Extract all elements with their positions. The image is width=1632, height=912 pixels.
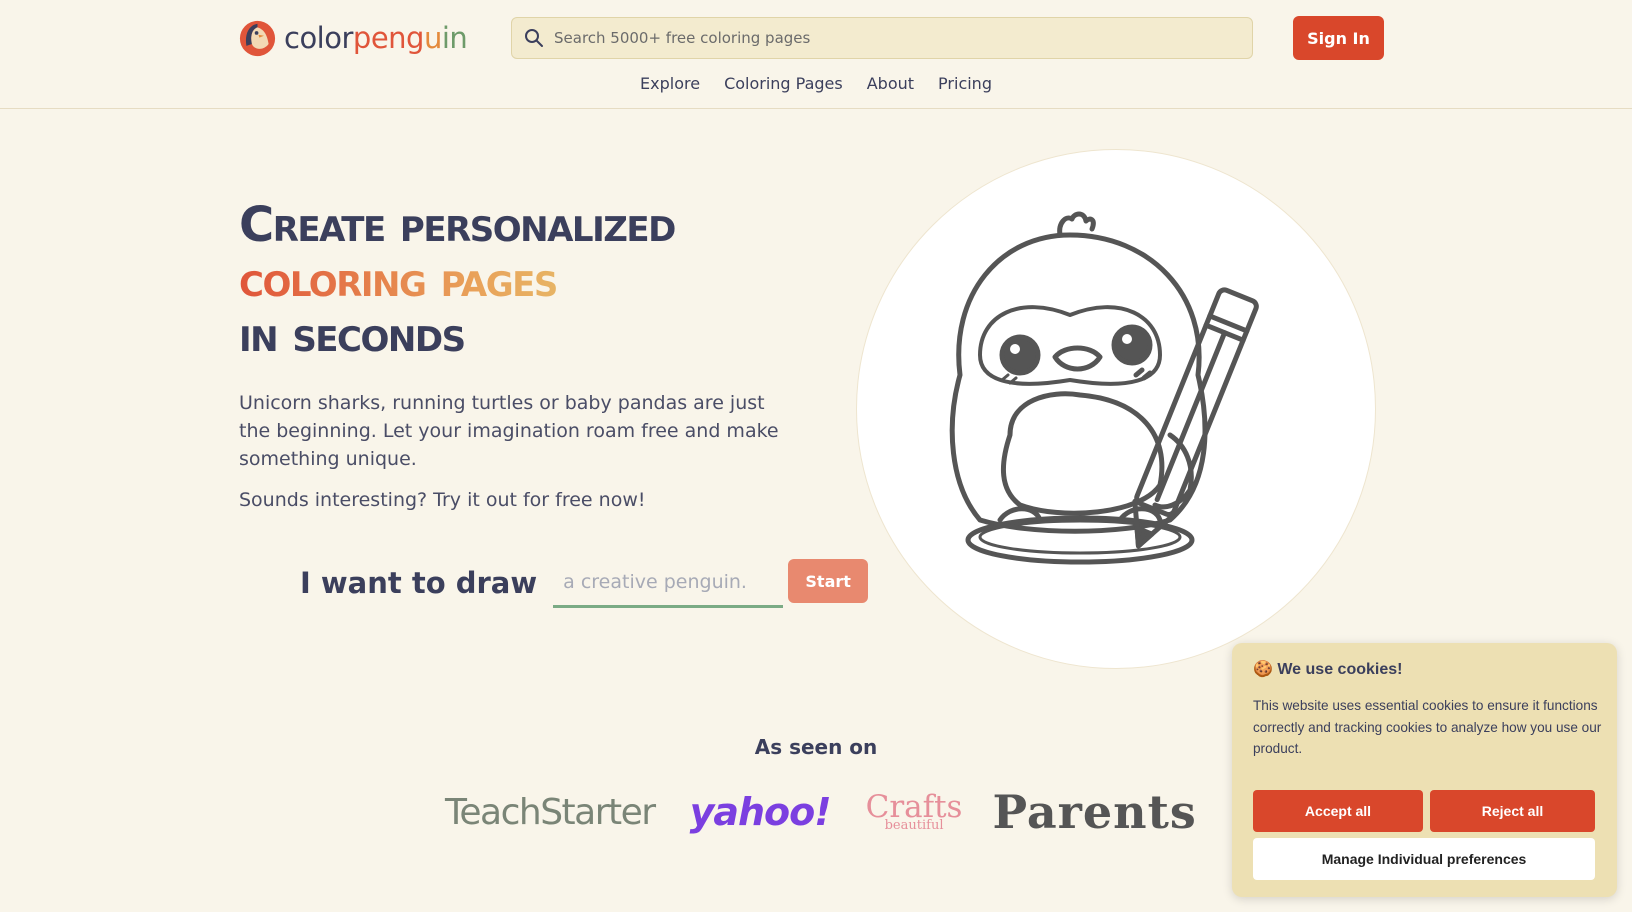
- penguin-logo-icon: [239, 20, 276, 56]
- headline-line-1: Create personalized: [239, 197, 676, 253]
- nav-coloring-pages[interactable]: Coloring Pages: [724, 74, 843, 93]
- teachstarter-logo: TeachStarter: [445, 791, 656, 833]
- cookie-banner: 🍪 We use cookies! This website uses esse…: [1232, 643, 1617, 897]
- press-logos: TeachStarter yahoo! Crafts beautiful Par…: [445, 785, 1197, 839]
- reject-all-button[interactable]: Reject all: [1430, 790, 1595, 832]
- main-nav: Explore Coloring Pages About Pricing: [0, 74, 1632, 93]
- logo-text-peng: peng: [352, 21, 425, 55]
- logo-text-in: in: [441, 21, 468, 55]
- nav-explore[interactable]: Explore: [640, 74, 700, 93]
- headline-line-2: coloring pages: [239, 253, 839, 308]
- draw-input[interactable]: [553, 558, 784, 608]
- draw-label: I want to draw: [300, 566, 538, 600]
- site-header: colorpenguin Sign In Explore Coloring Pa…: [0, 0, 1632, 109]
- search-input[interactable]: [554, 29, 1204, 47]
- crafts-beautiful-logo: Crafts beautiful: [866, 792, 963, 833]
- sign-in-button[interactable]: Sign In: [1293, 16, 1384, 60]
- logo-text-u: u: [423, 21, 442, 55]
- accept-all-button[interactable]: Accept all: [1253, 790, 1423, 832]
- manage-preferences-button[interactable]: Manage Individual preferences: [1253, 838, 1595, 880]
- nav-pricing[interactable]: Pricing: [938, 74, 992, 93]
- parents-logo: Parents: [992, 785, 1197, 839]
- draw-prompt-form: I want to draw Start: [300, 558, 869, 608]
- cookie-text: This website uses essential cookies to e…: [1253, 698, 1602, 756]
- nav-about[interactable]: About: [867, 74, 914, 93]
- hero-cta-text: Sounds interesting? Try it out for free …: [239, 489, 646, 511]
- headline-line-3: in seconds: [239, 307, 466, 363]
- cookie-title: 🍪 We use cookies!: [1253, 661, 1403, 678]
- penguin-illustration: [949, 211, 1259, 565]
- hero-headline: Create personalized coloring pages in se…: [239, 198, 839, 363]
- hero-intro: Unicorn sharks, running turtles or baby …: [239, 392, 779, 470]
- logo[interactable]: colorpenguin: [239, 18, 468, 58]
- start-button[interactable]: Start: [788, 559, 869, 603]
- logo-wordmark: colorpenguin: [284, 21, 468, 55]
- crafts-logo-word-2: beautiful: [884, 818, 944, 833]
- search-bar[interactable]: [511, 17, 1253, 59]
- yahoo-logo: yahoo!: [689, 790, 832, 834]
- search-icon: [525, 29, 543, 47]
- logo-text-color: color: [284, 21, 353, 55]
